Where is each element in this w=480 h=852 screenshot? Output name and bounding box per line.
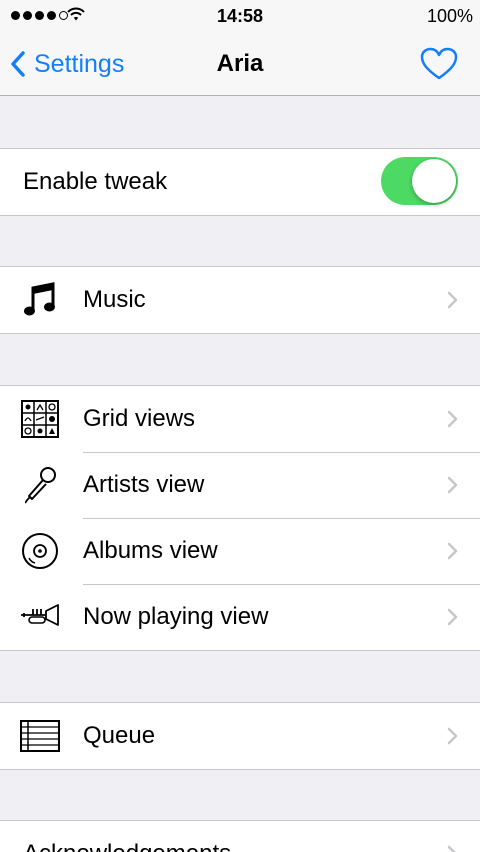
- enable-tweak-toggle[interactable]: [381, 157, 458, 205]
- favorite-button[interactable]: [420, 47, 458, 86]
- chevron-right-icon: [447, 542, 458, 560]
- settings-row-now-playing-view[interactable]: Now playing view: [0, 584, 480, 650]
- microphone-icon: [20, 467, 60, 504]
- settings-row-grid-views[interactable]: Grid views: [0, 386, 480, 452]
- settings-row-label: Grid views: [83, 405, 196, 432]
- grid-icon: [20, 400, 60, 438]
- settings-row-label: Artists view: [83, 471, 205, 498]
- enable-tweak-label: Enable tweak: [23, 168, 168, 195]
- page-title: Aria: [216, 50, 264, 77]
- settings-row-albums-view[interactable]: Albums view: [0, 518, 480, 584]
- music-note-icon: [20, 282, 60, 318]
- acknowledgements-group: Acknowledgements: [0, 820, 480, 852]
- settings-row-label: Acknowledgements: [23, 840, 231, 852]
- settings-row-queue[interactable]: Queue: [0, 703, 480, 769]
- chevron-right-icon: [447, 727, 458, 745]
- settings-row-label: Music: [83, 286, 146, 313]
- queue-list-icon: [20, 718, 60, 754]
- queue-group: Queue: [0, 702, 480, 770]
- trumpet-icon: [20, 599, 60, 635]
- battery-percentage: 100%: [426, 6, 473, 26]
- vinyl-disc-icon: [20, 533, 60, 569]
- chevron-right-icon: [447, 410, 458, 428]
- navigation-bar: Settings Aria: [0, 32, 480, 96]
- settings-row-label: Albums view: [83, 537, 218, 564]
- settings-row-label: Queue: [83, 722, 156, 749]
- views-group: Grid views Artists view Albums view Now …: [0, 385, 480, 651]
- chevron-right-icon: [447, 291, 458, 309]
- chevron-right-icon: [447, 845, 456, 852]
- music-group: Music: [0, 266, 480, 334]
- settings-row-artists-view[interactable]: Artists view: [0, 452, 480, 518]
- enable-tweak-row: Enable tweak: [0, 149, 480, 215]
- settings-row-acknowledgements[interactable]: Acknowledgements: [0, 821, 480, 852]
- toggle-knob: [412, 159, 456, 203]
- status-time: 14:58: [216, 6, 264, 26]
- settings-row-music[interactable]: Music: [0, 267, 480, 333]
- status-bar: 14:58 100%: [0, 0, 480, 32]
- chevron-right-icon: [447, 476, 458, 494]
- settings-row-label: Now playing view: [83, 603, 269, 630]
- chevron-right-icon: [447, 608, 458, 626]
- enable-tweak-group: Enable tweak: [0, 148, 480, 216]
- heart-icon: [420, 47, 458, 80]
